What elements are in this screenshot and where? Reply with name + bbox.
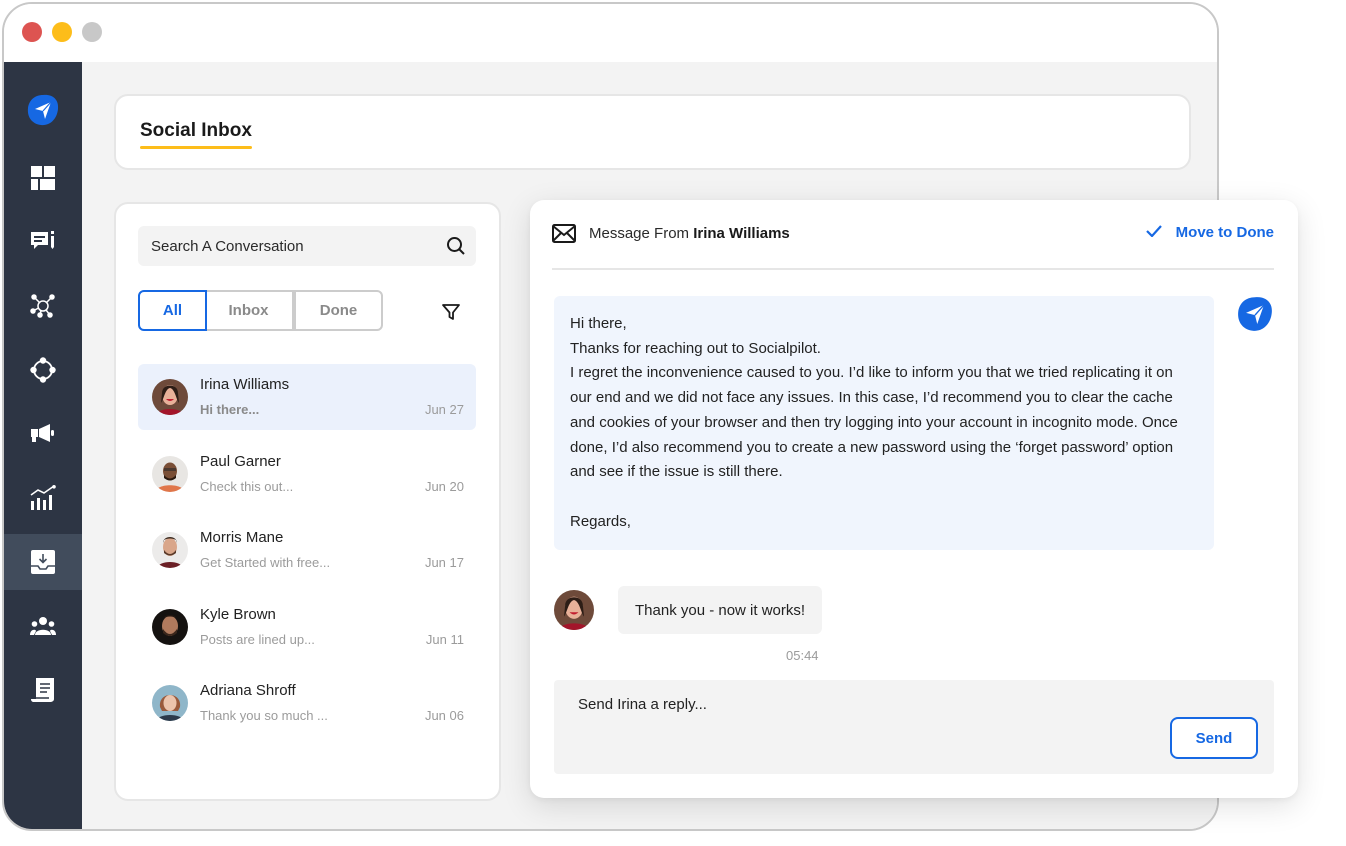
title-underline bbox=[140, 146, 252, 149]
mail-icon bbox=[552, 224, 576, 248]
message-line: I regret the inconvenience caused to you… bbox=[570, 364, 1178, 481]
nodes-icon bbox=[30, 357, 56, 383]
search-icon[interactable] bbox=[446, 236, 466, 261]
dashboard-icon bbox=[30, 165, 56, 191]
sidebar-item-reports[interactable] bbox=[4, 662, 82, 718]
conversation-preview: Thank you so much ... bbox=[200, 708, 328, 723]
message-line: Regards, bbox=[570, 512, 631, 530]
page-header: Social Inbox bbox=[114, 94, 1191, 170]
compose-icon bbox=[30, 230, 56, 254]
sidebar-item-integrations[interactable] bbox=[4, 342, 82, 398]
sidebar-item-analytics[interactable] bbox=[4, 470, 82, 526]
conversation-name: Paul Garner bbox=[200, 452, 281, 470]
message-from-name: Irina Williams bbox=[693, 225, 790, 242]
move-to-done-button[interactable]: Move to Done bbox=[1145, 224, 1274, 241]
team-icon bbox=[30, 616, 56, 636]
tab-inbox[interactable]: Inbox bbox=[205, 290, 294, 331]
conversation-preview: Hi there... bbox=[200, 402, 260, 417]
conversation-item[interactable]: Paul Garner Check this out... Jun 20 bbox=[138, 441, 476, 507]
sidebar-item-campaigns[interactable] bbox=[4, 406, 82, 462]
avatar bbox=[152, 532, 188, 568]
message-panel: Message From Irina Williams Move to Done… bbox=[530, 200, 1298, 798]
conversation-item[interactable]: Irina Williams Hi there... Jun 27 bbox=[138, 364, 476, 430]
avatar bbox=[152, 685, 188, 721]
close-window-button[interactable] bbox=[22, 22, 42, 42]
message-from-prefix: Message From bbox=[589, 225, 690, 242]
analytics-icon bbox=[30, 485, 56, 511]
minimize-window-button[interactable] bbox=[52, 22, 72, 42]
conversation-date: Jun 20 bbox=[424, 478, 464, 494]
header-divider bbox=[552, 268, 1274, 270]
conversation-name: Kyle Brown bbox=[200, 605, 276, 623]
sidebar-item-social-inbox[interactable] bbox=[4, 534, 82, 590]
megaphone-icon bbox=[30, 423, 56, 445]
send-button[interactable]: Send bbox=[1170, 717, 1258, 759]
filter-icon[interactable] bbox=[441, 302, 461, 327]
search-box bbox=[138, 226, 476, 266]
document-icon bbox=[30, 677, 56, 703]
tab-done[interactable]: Done bbox=[294, 290, 383, 331]
incoming-message: Thank you - now it works! bbox=[618, 586, 823, 634]
checkmark-icon bbox=[1145, 224, 1162, 241]
sidebar-item-posts[interactable] bbox=[4, 214, 82, 270]
avatar bbox=[152, 608, 188, 645]
message-timestamp: 05:44 bbox=[786, 648, 819, 663]
sidebar-item-team[interactable] bbox=[4, 598, 82, 654]
conversation-preview: Get Started with free... bbox=[200, 555, 331, 570]
sidebar bbox=[4, 62, 82, 829]
message-line: Hi there, bbox=[570, 315, 627, 332]
outgoing-message: Hi there, Thanks for reaching out to Soc… bbox=[554, 296, 1214, 550]
message-line: Thanks for reaching out to Socialpilot. bbox=[570, 339, 821, 357]
paper-plane-icon bbox=[26, 93, 60, 127]
conversation-item[interactable]: Kyle Brown Posts are lined up... Jun 11 bbox=[138, 594, 476, 660]
avatar bbox=[152, 379, 188, 415]
reply-input[interactable] bbox=[554, 680, 1154, 740]
tab-all[interactable]: All bbox=[138, 290, 207, 331]
inbox-icon bbox=[30, 549, 56, 575]
reply-box: Send bbox=[554, 680, 1274, 774]
message-from: Message From Irina Williams bbox=[589, 225, 790, 242]
conversation-list: Irina Williams Hi there... Jun 27 Paul G… bbox=[138, 364, 476, 747]
conversation-name: Irina Williams bbox=[200, 376, 290, 393]
conversation-preview: Posts are lined up... bbox=[200, 631, 315, 647]
conversation-date: Jun 06 bbox=[424, 708, 464, 723]
avatar bbox=[152, 455, 188, 492]
message-header: Message From Irina Williams Move to Done bbox=[552, 222, 1274, 246]
conversation-name: Adriana Shroff bbox=[200, 682, 296, 699]
conversation-date: Jun 27 bbox=[424, 402, 464, 417]
conversation-name: Morris Mane bbox=[200, 529, 284, 546]
avatar bbox=[554, 590, 594, 630]
title-bar bbox=[4, 4, 1217, 62]
conversation-date: Jun 11 bbox=[425, 631, 464, 647]
sidebar-item-connections[interactable] bbox=[4, 278, 82, 334]
conversation-item[interactable]: Morris Mane Get Started with free... Jun… bbox=[138, 517, 476, 583]
network-icon bbox=[30, 293, 56, 319]
conversation-preview: Check this out... bbox=[200, 478, 294, 494]
paper-plane-icon bbox=[1236, 295, 1274, 338]
conversation-date: Jun 17 bbox=[424, 555, 464, 570]
move-to-done-label: Move to Done bbox=[1175, 224, 1274, 241]
sidebar-item-home[interactable] bbox=[4, 82, 82, 138]
maximize-window-button[interactable] bbox=[82, 22, 102, 42]
conversation-list-panel: All Inbox Done Irina Williams Hi there..… bbox=[114, 202, 501, 801]
sidebar-item-dashboard[interactable] bbox=[4, 150, 82, 206]
search-input[interactable] bbox=[138, 226, 476, 266]
filter-tabs: All Inbox Done bbox=[138, 290, 383, 331]
page-title: Social Inbox bbox=[140, 120, 252, 141]
conversation-item[interactable]: Adriana Shroff Thank you so much ... Jun… bbox=[138, 670, 476, 736]
